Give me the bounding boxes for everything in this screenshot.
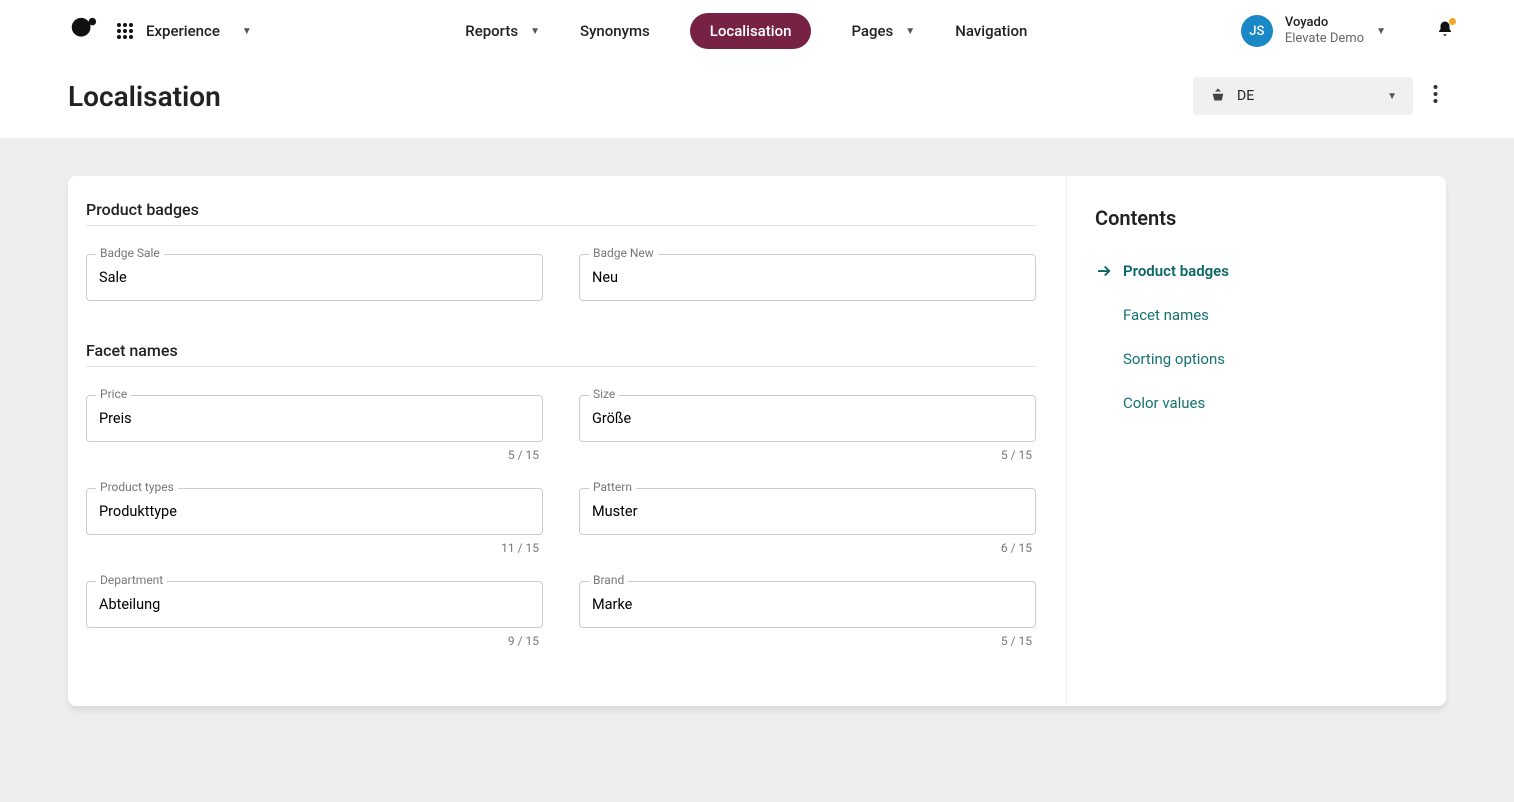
- field-label: Price: [96, 387, 131, 401]
- apps-icon[interactable]: [116, 22, 134, 40]
- logo[interactable]: [68, 16, 98, 46]
- account-menu[interactable]: JS Voyado Elevate Demo ▼: [1241, 15, 1454, 47]
- char-counter: 5 / 15: [579, 634, 1036, 648]
- experience-menu[interactable]: Experience ▼: [146, 22, 252, 40]
- field-label: Pattern: [589, 480, 636, 494]
- nav-pages[interactable]: Pages ▼: [851, 14, 915, 48]
- contents-title: Contents: [1095, 206, 1418, 230]
- char-counter: 9 / 15: [86, 634, 543, 648]
- experience-label: Experience: [146, 22, 220, 40]
- facet-brand-input[interactable]: [579, 581, 1036, 628]
- more-menu[interactable]: [1425, 76, 1446, 116]
- field-label: Badge Sale: [96, 246, 164, 260]
- field-label: Size: [589, 387, 619, 401]
- nav-localisation[interactable]: Localisation: [690, 13, 812, 49]
- char-counter: 5 / 15: [86, 448, 543, 462]
- avatar: JS: [1241, 15, 1273, 47]
- facet-product-types-input[interactable]: [86, 488, 543, 535]
- facet-department-input[interactable]: [86, 581, 543, 628]
- field-label: Product types: [96, 480, 178, 494]
- badge-new-input[interactable]: [579, 254, 1036, 301]
- char-counter: 5 / 15: [579, 448, 1036, 462]
- account-sub: Elevate Demo: [1285, 31, 1364, 47]
- main-panel: Product badges Badge Sale Badge New Face…: [68, 176, 1066, 706]
- badge-sale-input[interactable]: [86, 254, 543, 301]
- locale-value: DE: [1237, 88, 1254, 104]
- toc-color-values[interactable]: → Color values: [1095, 394, 1418, 412]
- notification-dot: [1449, 18, 1456, 25]
- page-title: Localisation: [68, 80, 221, 113]
- nav-navigation[interactable]: Navigation: [955, 14, 1027, 48]
- chevron-down-icon: ▼: [905, 26, 915, 37]
- facet-price-input[interactable]: [86, 395, 543, 442]
- chevron-down-icon: ▼: [242, 26, 252, 37]
- basket-icon: [1209, 87, 1227, 105]
- field-label: Badge New: [589, 246, 658, 260]
- toc-sorting-options[interactable]: → Sorting options: [1095, 350, 1418, 368]
- chevron-down-icon: ▼: [530, 26, 540, 37]
- char-counter: 11 / 15: [86, 541, 543, 555]
- chevron-down-icon: ▼: [1387, 91, 1397, 102]
- chevron-down-icon: ▼: [1376, 26, 1386, 37]
- notifications-button[interactable]: [1436, 20, 1454, 42]
- nav-reports[interactable]: Reports ▼: [465, 14, 540, 48]
- toc-facet-names[interactable]: → Facet names: [1095, 306, 1418, 324]
- facet-pattern-input[interactable]: [579, 488, 1036, 535]
- section-title-facet-names: Facet names: [86, 341, 1036, 360]
- toc-product-badges[interactable]: Product badges: [1095, 262, 1418, 280]
- char-counter: 6 / 15: [579, 541, 1036, 555]
- contents-sidebar: Contents Product badges → Facet names → …: [1066, 176, 1446, 706]
- arrow-right-icon: [1095, 262, 1113, 280]
- field-label: Brand: [589, 573, 628, 587]
- locale-selector[interactable]: DE ▼: [1193, 77, 1413, 115]
- nav-synonyms[interactable]: Synonyms: [580, 14, 650, 48]
- account-title: Voyado: [1285, 15, 1364, 31]
- facet-size-input[interactable]: [579, 395, 1036, 442]
- section-title-product-badges: Product badges: [86, 200, 1036, 219]
- field-label: Department: [96, 573, 167, 587]
